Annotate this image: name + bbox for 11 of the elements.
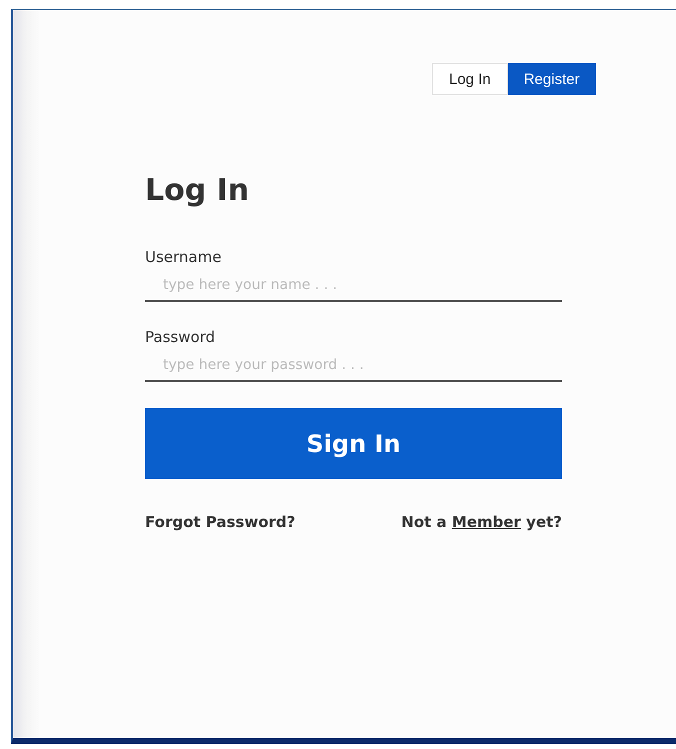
page-title: Log In bbox=[145, 173, 250, 208]
field-label: Username bbox=[145, 248, 222, 266]
field-label: Password bbox=[145, 328, 216, 346]
tab[interactable]: Log In bbox=[432, 63, 508, 95]
signup-prompt: Not a Member yet? bbox=[401, 513, 562, 531]
member-link[interactable]: Member bbox=[452, 513, 521, 531]
forgot-password-link[interactable]: Forgot Password? bbox=[145, 513, 296, 531]
input-field[interactable]: type here your password . . . bbox=[145, 352, 562, 382]
sign-in-button[interactable]: Sign In bbox=[145, 408, 562, 479]
tab[interactable]: Register bbox=[508, 63, 596, 95]
input-field[interactable]: type here your name . . . bbox=[145, 272, 562, 302]
